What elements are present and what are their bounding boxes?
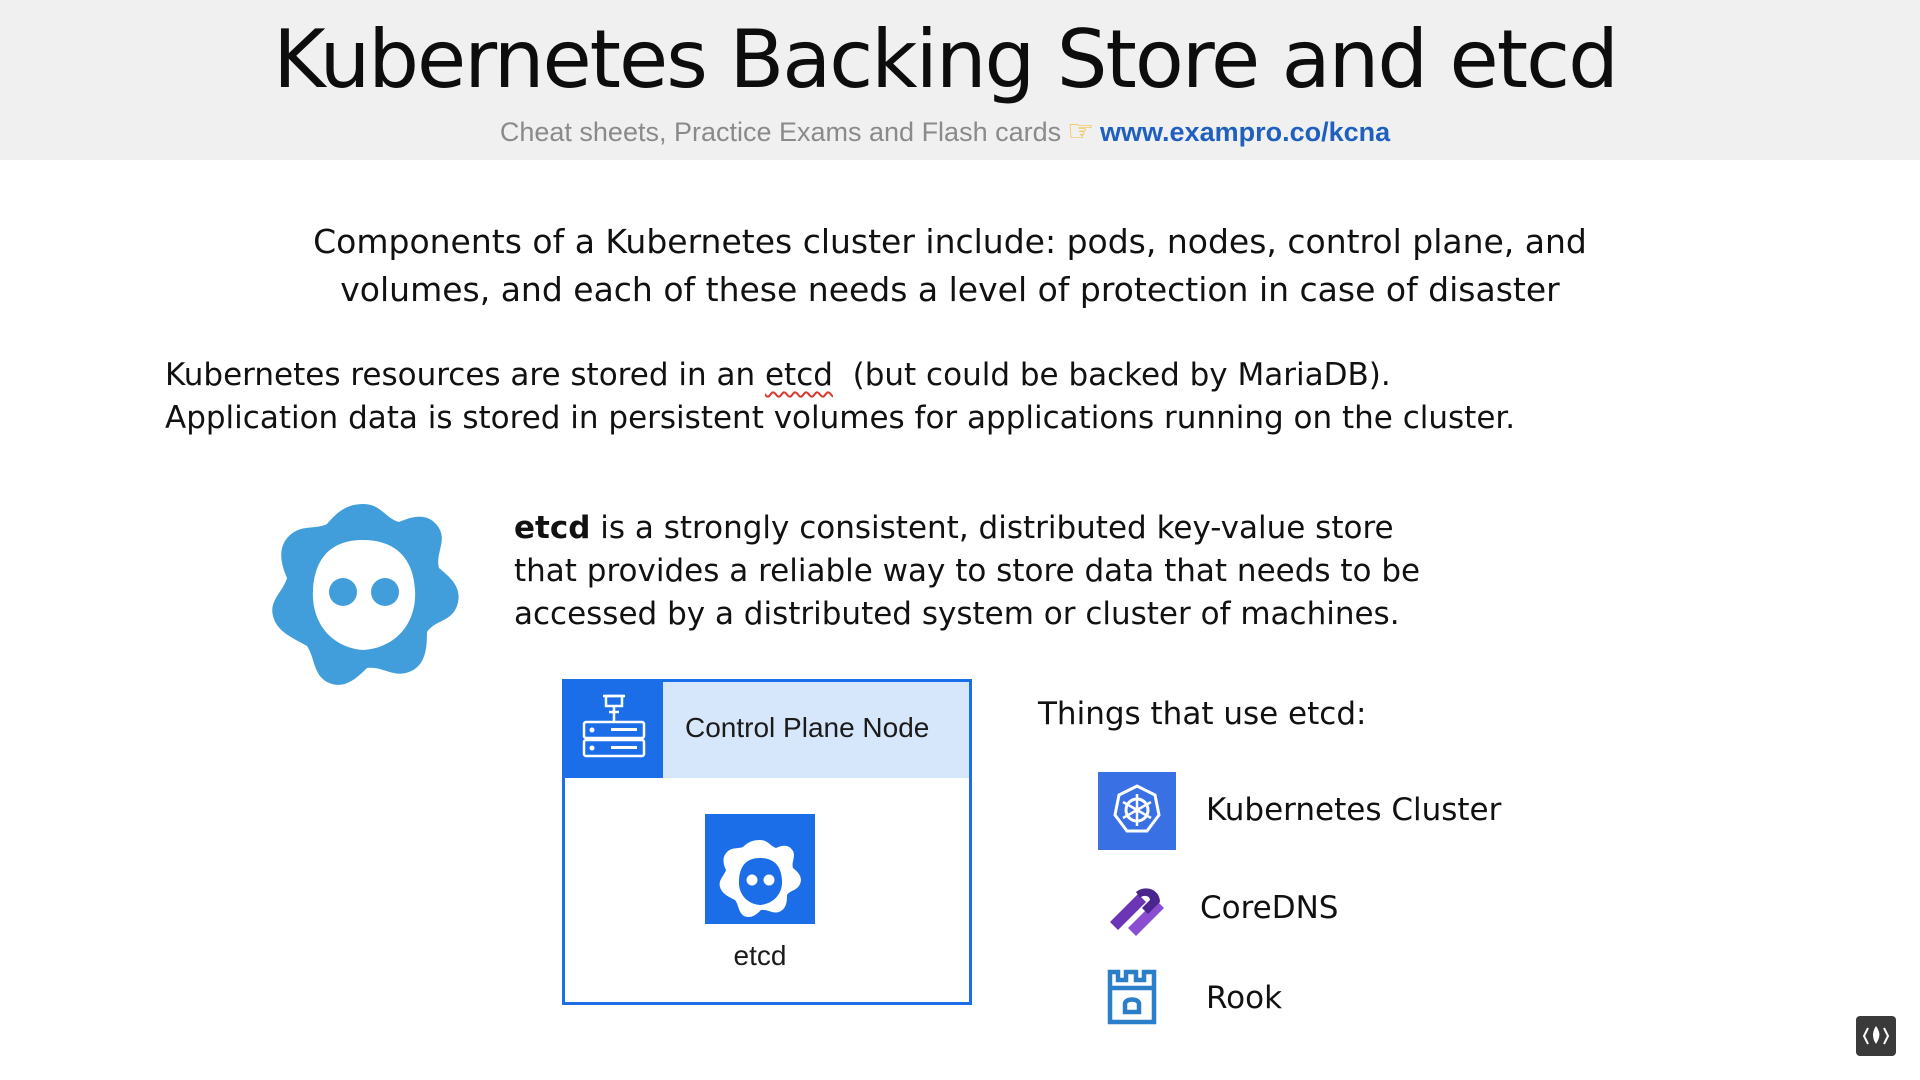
use-label-coredns: CoreDNS [1200, 890, 1339, 926]
server-tower-icon [582, 694, 646, 758]
etcd-description: etcd is a strongly consistent, distribut… [514, 507, 1454, 636]
intro-line-1: Components of a Kubernetes cluster inclu… [313, 222, 1587, 261]
control-plane-header: Control Plane Node [565, 682, 969, 778]
etcd-small-icon [719, 840, 801, 918]
etcd-logo-icon [272, 504, 459, 685]
intro-paragraph: Components of a Kubernetes cluster inclu… [200, 218, 1700, 314]
use-item-rook: Rook [1098, 962, 1598, 1042]
etcd-tile-label: etcd [733, 940, 787, 971]
kubernetes-icon [1098, 772, 1176, 850]
flame-logo-icon [1862, 1026, 1890, 1045]
rook-icon [1107, 969, 1157, 1025]
storage-line-1-end: (but could be backed by MariaDB). [832, 357, 1391, 393]
uses-heading: Things that use etcd: [1038, 696, 1367, 732]
use-label-kubernetes: Kubernetes Cluster [1206, 792, 1502, 828]
storage-paragraph: Kubernetes resources are stored in an et… [165, 354, 1765, 440]
use-item-kubernetes: Kubernetes Cluster [1098, 772, 1598, 852]
control-plane-server-icon [565, 682, 663, 778]
etcd-definition: is a strongly consistent, distributed ke… [514, 510, 1421, 632]
control-plane-node-box: Control Plane Node etcd [562, 679, 972, 1005]
subscribe-badge-icon[interactable] [1856, 1016, 1896, 1056]
header-banner: Kubernetes Backing Store and etcd Cheat … [0, 0, 1920, 160]
etcd-component-tile [705, 814, 815, 924]
intro-line-2: volumes, and each of these needs a level… [340, 270, 1560, 309]
promo-line: Cheat sheets, Practice Exams and Flash c… [0, 112, 1890, 153]
use-label-rook: Rook [1206, 980, 1283, 1016]
storage-line-1-start: Kubernetes resources are stored in an [165, 357, 765, 393]
etcd-underlined-term: etcd [764, 357, 833, 393]
pointing-hand-icon: ☞ [1067, 114, 1095, 149]
coredns-icon [1110, 888, 1164, 936]
storage-line-2: Application data is stored in persistent… [165, 400, 1516, 436]
use-item-coredns: CoreDNS [1098, 870, 1598, 950]
promo-text: Cheat sheets, Practice Exams and Flash c… [499, 117, 1062, 147]
control-plane-label: Control Plane Node [685, 712, 930, 743]
promo-link[interactable]: www.exampro.co/kcna [1100, 117, 1390, 147]
storage-line-1: Kubernetes resources are stored in an et… [165, 354, 1765, 397]
etcd-term: etcd [514, 510, 591, 546]
page-title: Kubernetes Backing Store and etcd [273, 13, 1619, 106]
